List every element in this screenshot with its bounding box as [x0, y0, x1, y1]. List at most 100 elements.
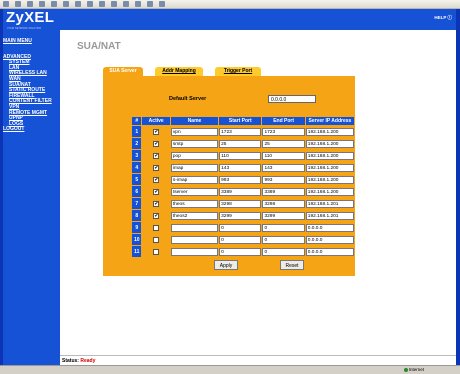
end-port-input[interactable]: 3389 [262, 187, 305, 196]
name-input[interactable]: theos2 [170, 211, 219, 220]
discuss-icon[interactable] [147, 1, 153, 7]
row-number-cell: 6 [130, 185, 143, 198]
back-icon[interactable] [3, 1, 9, 7]
name-input[interactable]: pop [170, 151, 219, 160]
server-ip-input[interactable]: 192.168.1.200 [305, 175, 354, 184]
stop-icon[interactable] [27, 1, 33, 7]
start-port-input[interactable]: 3299 [219, 211, 262, 220]
active-checkbox[interactable]: ✔ [153, 212, 160, 219]
name-input-cell: s-imap [169, 173, 220, 186]
active-checkbox[interactable]: ✔ [153, 188, 160, 195]
search-icon[interactable] [63, 1, 69, 7]
start-port-input[interactable]: 0 [219, 223, 262, 232]
home-icon[interactable] [51, 1, 57, 7]
favorites-icon[interactable] [75, 1, 81, 7]
table-row: 4 ✔ imap 143 143 192.168.1.200 [130, 161, 356, 174]
tab-sua-server[interactable]: SUA Server [103, 67, 143, 76]
help-link[interactable]: HELP ⓘ [434, 15, 452, 21]
server-ip-input[interactable]: 0.0.0.0 [305, 235, 354, 244]
end-port-input[interactable]: 993 [262, 175, 305, 184]
tab-trigger-port[interactable]: Trigger Port [215, 67, 261, 76]
active-checkbox[interactable]: ✔ [153, 128, 160, 135]
name-input[interactable]: theos [170, 199, 219, 208]
sua-table: # Active Name Start Port End Port Server… [130, 116, 356, 258]
active-checkbox[interactable]: ✔ [153, 140, 160, 147]
print-icon[interactable] [123, 1, 129, 7]
server-ip-input[interactable]: 0.0.0.0 [305, 247, 354, 256]
end-port-input[interactable]: 110 [262, 151, 305, 160]
active-checkbox[interactable]: ✔ [153, 176, 160, 183]
start-port-input[interactable]: 110 [219, 151, 262, 160]
end-port-input[interactable]: 3299 [262, 211, 305, 220]
name-input[interactable]: imap [170, 163, 219, 172]
edit-icon[interactable] [135, 1, 141, 7]
server-ip-input[interactable]: 192.168.1.200 [305, 163, 354, 172]
start-port-input[interactable]: 143 [219, 163, 262, 172]
end-port-input-cell: 993 [261, 173, 306, 186]
name-input[interactable]: s-imap [170, 175, 219, 184]
end-port-input[interactable]: 0 [262, 247, 305, 256]
server-ip-input[interactable]: 192.168.1.201 [305, 199, 354, 208]
messenger-icon[interactable] [159, 1, 165, 7]
name-input[interactable]: vpn [170, 127, 219, 136]
window-frame-right [456, 9, 460, 365]
start-port-input[interactable]: 3389 [219, 187, 262, 196]
table-row: 9 0 0 0.0.0.0 [130, 221, 356, 234]
name-input[interactable] [170, 223, 219, 232]
history-icon[interactable] [99, 1, 105, 7]
row-number-cell: 9 [130, 221, 143, 234]
server-ip-input[interactable]: 0.0.0.0 [305, 223, 354, 232]
tab-addr-mapping[interactable]: Addr Mapping [155, 67, 203, 76]
mail-icon[interactable] [111, 1, 117, 7]
server-ip-input-cell: 0.0.0.0 [304, 233, 356, 246]
table-row: 11 0 0 0.0.0.0 [130, 245, 356, 258]
media-icon[interactable] [87, 1, 93, 7]
server-ip-input[interactable]: 192.168.1.201 [305, 211, 354, 220]
start-port-input-cell: 25 [218, 137, 263, 150]
active-checkbox[interactable] [153, 248, 160, 255]
table-row: 1 ✔ vpn 1723 1723 192.168.1.200 [130, 125, 356, 138]
col-active: Active [141, 116, 171, 126]
server-ip-input-cell: 192.168.1.200 [304, 161, 356, 174]
active-checkbox[interactable]: ✔ [153, 200, 160, 207]
reset-button[interactable]: Reset [280, 260, 304, 270]
table-row: 5 ✔ s-imap 993 993 192.168.1.200 [130, 173, 356, 186]
start-port-input[interactable]: 25 [219, 139, 262, 148]
apply-button[interactable]: Apply [214, 260, 238, 270]
forward-icon[interactable] [15, 1, 21, 7]
server-ip-input[interactable]: 192.168.1.200 [305, 151, 354, 160]
name-input[interactable]: tserver [170, 187, 219, 196]
name-input[interactable] [170, 235, 219, 244]
refresh-icon[interactable] [39, 1, 45, 7]
end-port-input[interactable]: 0 [262, 235, 305, 244]
server-ip-input[interactable]: 192.168.1.200 [305, 187, 354, 196]
end-port-input[interactable]: 1723 [262, 127, 305, 136]
start-port-input[interactable]: 0 [219, 247, 262, 256]
start-port-input[interactable]: 3298 [219, 199, 262, 208]
server-ip-input[interactable]: 192.168.1.200 [305, 127, 354, 136]
active-checkbox-cell: ✔ [141, 149, 171, 162]
active-checkbox[interactable] [153, 224, 160, 231]
name-input-cell: vpn [169, 125, 220, 138]
end-port-input[interactable]: 0 [262, 223, 305, 232]
row-number-cell: 4 [130, 161, 143, 174]
end-port-input[interactable]: 25 [262, 139, 305, 148]
active-checkbox[interactable] [153, 236, 160, 243]
active-checkbox[interactable]: ✔ [153, 164, 160, 171]
page-title: SUA/NAT [77, 41, 121, 52]
start-port-input[interactable]: 0 [219, 235, 262, 244]
end-port-input[interactable]: 3298 [262, 199, 305, 208]
active-checkbox[interactable]: ✔ [153, 152, 160, 159]
start-port-input-cell: 0 [218, 233, 263, 246]
server-ip-input[interactable]: 192.168.1.200 [305, 139, 354, 148]
name-input[interactable] [170, 247, 219, 256]
default-server-input[interactable]: 0.0.0.0 [268, 95, 316, 103]
active-checkbox-cell [141, 233, 171, 246]
nav-logout[interactable]: LOGOUT [3, 127, 60, 133]
server-ip-input-cell: 0.0.0.0 [304, 221, 356, 234]
name-input[interactable]: smtp [170, 139, 219, 148]
table-row: 8 ✔ theos2 3299 3299 192.168.1.201 [130, 209, 356, 222]
end-port-input[interactable]: 143 [262, 163, 305, 172]
start-port-input[interactable]: 993 [219, 175, 262, 184]
start-port-input[interactable]: 1723 [219, 127, 262, 136]
